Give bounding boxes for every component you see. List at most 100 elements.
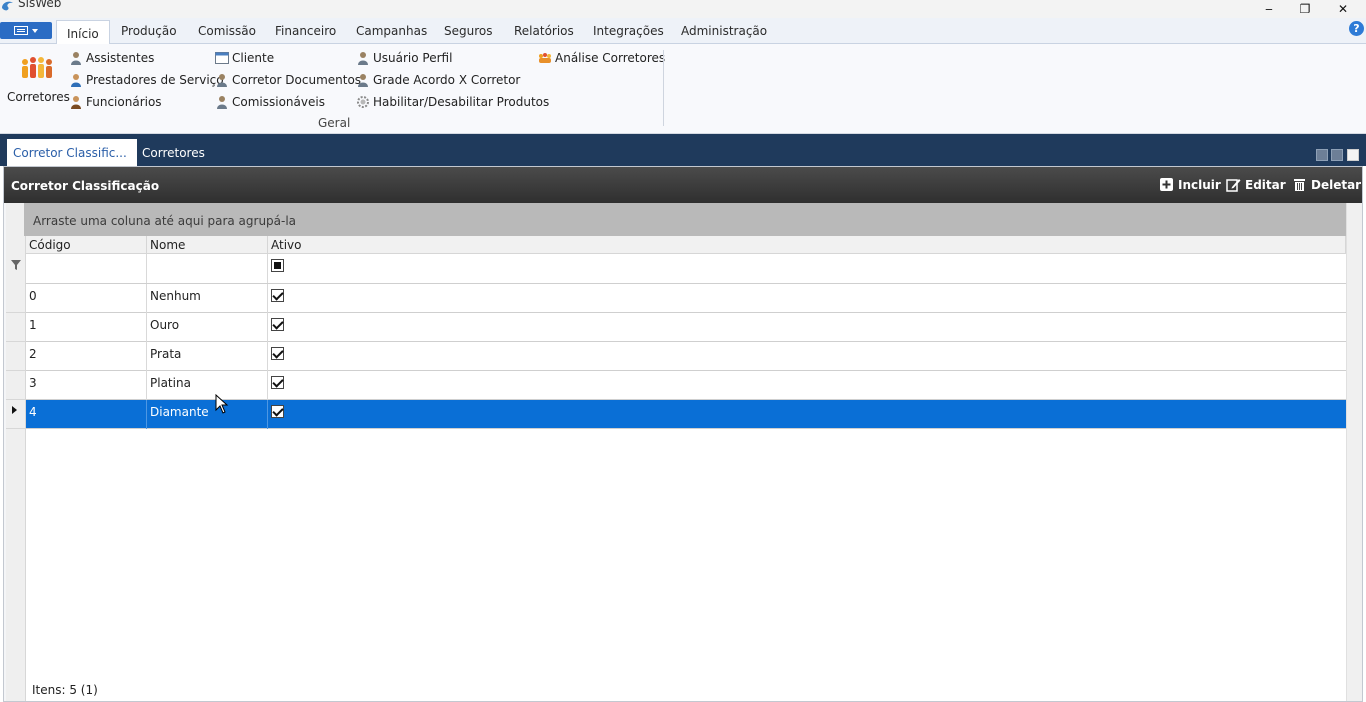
ribbon-item-usuario-perfil[interactable]: Usuário Perfil xyxy=(356,49,452,67)
cell-ativo[interactable] xyxy=(268,313,1346,342)
row-header[interactable] xyxy=(6,371,26,400)
window-icon xyxy=(215,52,229,64)
minimize-icon: ‒ xyxy=(1265,2,1273,16)
ribbon-item-assistentes[interactable]: Assistentes xyxy=(69,49,154,67)
cell-codigo[interactable]: 0 xyxy=(26,284,147,313)
column-header-nome[interactable]: Nome xyxy=(147,236,268,254)
user-icon xyxy=(358,74,368,87)
document-tab-bar: Corretor Classific... Corretores xyxy=(0,134,1366,166)
ribbon-group-label: Geral xyxy=(318,116,351,130)
data-grid: Arraste uma coluna até aqui para agrupá-… xyxy=(6,203,1362,701)
tab-financeiro[interactable]: Financeiro xyxy=(275,24,336,38)
user-blue-icon xyxy=(71,74,81,87)
cell-nome[interactable]: Diamante xyxy=(147,400,268,429)
ribbon-group-separator xyxy=(663,50,664,126)
ativo-checkbox[interactable] xyxy=(271,347,284,360)
row-header[interactable] xyxy=(6,342,26,371)
ativo-checkbox[interactable] xyxy=(271,289,284,302)
cell-nome[interactable]: Ouro xyxy=(147,313,268,342)
ribbon-item-corretor-documentos[interactable]: Corretor Documentos xyxy=(215,71,361,89)
table-row[interactable]: 0 Nenhum xyxy=(26,284,1346,313)
row-header[interactable] xyxy=(6,400,26,429)
tab-seguros[interactable]: Seguros xyxy=(444,24,493,38)
cell-ativo[interactable] xyxy=(268,371,1346,400)
corretores-button[interactable]: Corretores xyxy=(6,50,70,104)
filter-cell-ativo[interactable] xyxy=(268,254,1346,283)
table-row[interactable]: 1 Ouro xyxy=(26,313,1346,342)
tab-integracoes[interactable]: Integrações xyxy=(593,24,664,38)
row-header-column xyxy=(6,203,26,701)
group-by-panel[interactable]: Arraste uma coluna até aqui para agrupá-… xyxy=(24,203,1346,236)
tab-inicio[interactable]: Início xyxy=(56,20,110,45)
tab-administracao[interactable]: Administração xyxy=(681,24,767,38)
tab-list-menu-button[interactable] xyxy=(1347,149,1359,161)
ribbon-item-grade-acordo[interactable]: Grade Acordo X Corretor xyxy=(356,71,520,89)
window-title: SisWeb xyxy=(18,0,62,10)
help-icon[interactable]: ? xyxy=(1349,21,1364,36)
table-row[interactable]: 2 Prata xyxy=(26,342,1346,371)
ativo-checkbox[interactable] xyxy=(271,376,284,389)
cell-nome[interactable]: Nenhum xyxy=(147,284,268,313)
ribbon-item-habilitar-produtos[interactable]: Habilitar/Desabilitar Produtos xyxy=(356,93,549,111)
filter-cell-codigo[interactable] xyxy=(26,254,147,283)
ribbon-item-prestadores[interactable]: Prestadores de Serviço xyxy=(69,71,224,89)
filter-checkbox[interactable] xyxy=(271,259,284,272)
filter-icon xyxy=(11,260,21,270)
item-count-status: Itens: 5 (1) xyxy=(32,683,98,697)
ativo-checkbox[interactable] xyxy=(271,405,284,418)
people-group-icon xyxy=(22,57,52,78)
app-logo-icon xyxy=(2,1,13,11)
tab-relatorios[interactable]: Relatórios xyxy=(514,24,574,38)
cell-ativo[interactable] xyxy=(268,400,1346,429)
content-panel: Corretor Classificação Incluir Editar De… xyxy=(3,166,1363,702)
ribbon-tab-row: Início Produção Comissão Financeiro Camp… xyxy=(0,18,1366,45)
cell-ativo[interactable] xyxy=(268,342,1346,371)
close-icon: ✕ xyxy=(1337,2,1349,16)
scroll-left-button[interactable] xyxy=(1316,149,1328,161)
row-header[interactable] xyxy=(6,313,26,342)
ribbon-item-analise-corretores[interactable]: Análise Corretores xyxy=(538,49,665,67)
ribbon-item-cliente[interactable]: Cliente xyxy=(215,49,274,67)
cell-codigo[interactable]: 1 xyxy=(26,313,147,342)
row-header[interactable] xyxy=(6,284,26,313)
cell-codigo[interactable]: 4 xyxy=(26,400,147,429)
column-header-ativo[interactable]: Ativo xyxy=(268,236,1346,254)
vertical-scrollbar[interactable] xyxy=(1346,203,1362,701)
editar-button[interactable]: Editar xyxy=(1226,177,1286,192)
people-group-icon xyxy=(539,53,551,63)
column-header-codigo[interactable]: Código xyxy=(26,236,147,254)
ativo-checkbox[interactable] xyxy=(271,318,284,331)
cell-nome[interactable]: Platina xyxy=(147,371,268,400)
cell-codigo[interactable]: 3 xyxy=(26,371,147,400)
user-icon xyxy=(71,52,81,65)
ribbon-item-funcionarios[interactable]: Funcionários xyxy=(69,93,162,111)
trash-icon xyxy=(1294,179,1305,191)
filter-cell-nome[interactable] xyxy=(147,254,268,283)
user-worker-icon xyxy=(71,96,81,109)
add-icon xyxy=(1160,178,1173,191)
application-menu-button[interactable] xyxy=(0,22,52,39)
ribbon-item-comissionaveis[interactable]: Comissionáveis xyxy=(215,93,325,111)
edit-icon xyxy=(1226,179,1241,192)
tab-corretor-classificacao[interactable]: Corretor Classific... xyxy=(7,139,137,166)
cell-nome[interactable]: Prata xyxy=(147,342,268,371)
user-icon xyxy=(358,52,368,65)
chevron-down-icon xyxy=(32,28,38,33)
user-icon xyxy=(217,74,227,87)
cell-ativo[interactable] xyxy=(268,284,1346,313)
deletar-button[interactable]: Deletar xyxy=(1292,177,1361,192)
app-menu-icon xyxy=(14,26,28,35)
tab-producao[interactable]: Produção xyxy=(121,24,177,38)
title-bar: SisWeb ‒ ❐ ✕ xyxy=(0,0,1366,18)
scroll-right-button[interactable] xyxy=(1331,149,1343,161)
ribbon-panel: Corretores Assistentes Prestadores de Se… xyxy=(0,44,1366,134)
mouse-cursor-icon xyxy=(215,394,229,414)
tab-comissao[interactable]: Comissão xyxy=(198,24,256,38)
panel-title: Corretor Classificação xyxy=(11,179,160,193)
cell-codigo[interactable]: 2 xyxy=(26,342,147,371)
close-button[interactable]: ✕ xyxy=(1320,0,1366,18)
corretores-label: Corretores xyxy=(7,90,70,104)
incluir-button[interactable]: Incluir xyxy=(1159,177,1221,192)
tab-corretores[interactable]: Corretores xyxy=(136,139,211,166)
tab-campanhas[interactable]: Campanhas xyxy=(356,24,427,38)
